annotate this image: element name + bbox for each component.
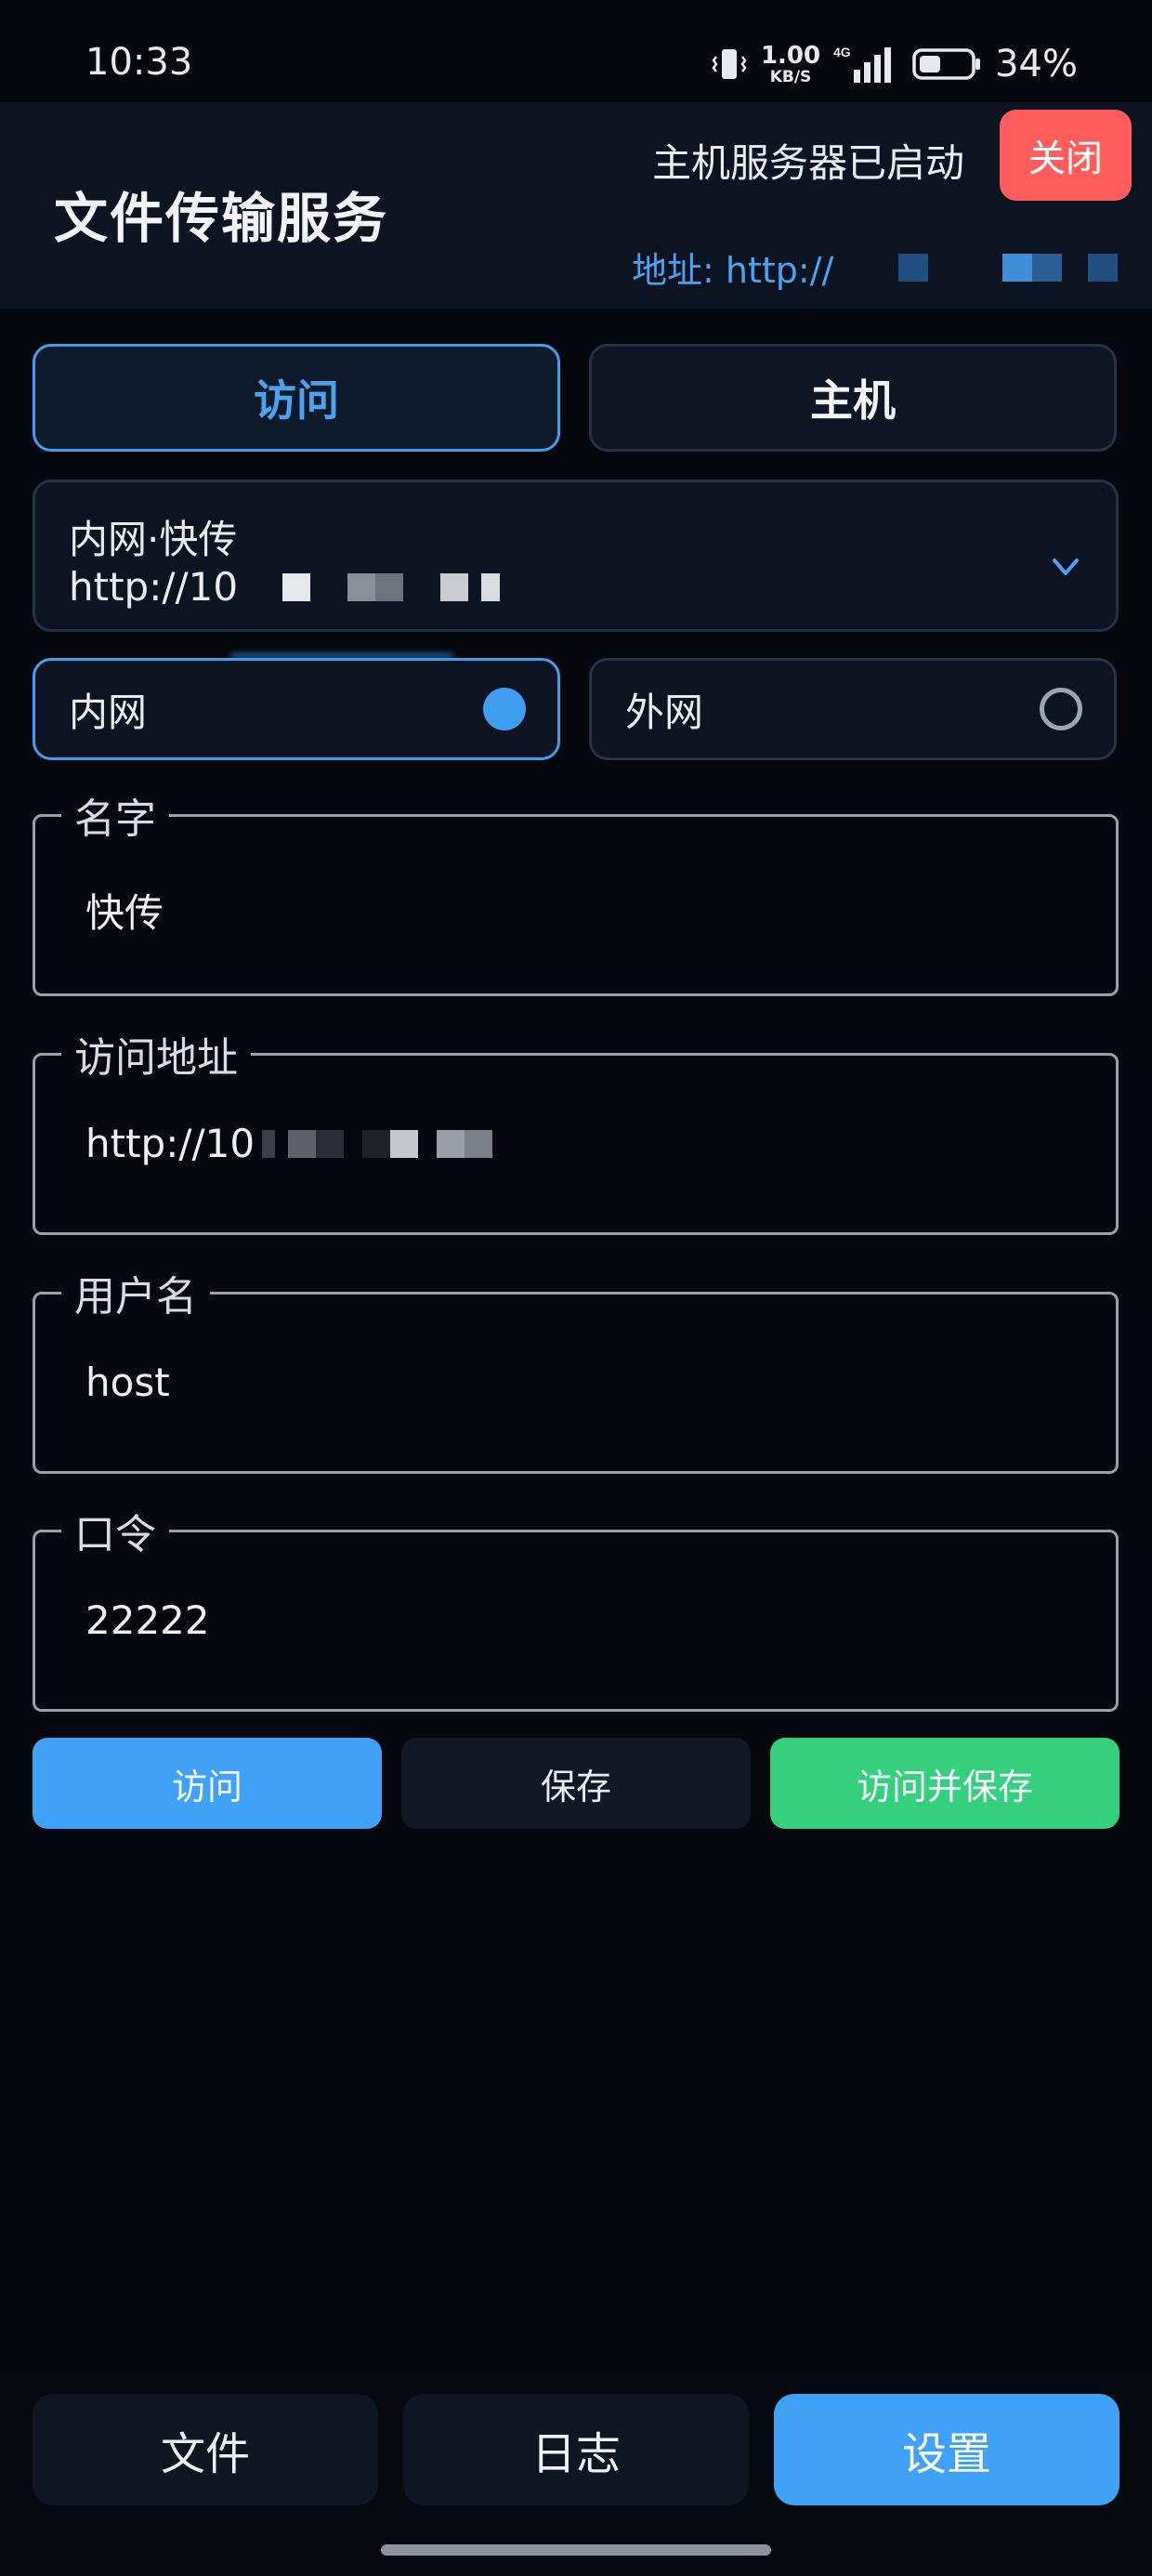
dropdown-entry-name: 内网·快传 — [69, 517, 238, 562]
nav-logs[interactable]: 日志 — [403, 2394, 749, 2505]
network-option-lan[interactable]: 内网 — [33, 658, 560, 760]
vibrate-icon — [712, 49, 747, 79]
name-field[interactable]: 名字 快传 — [33, 785, 1119, 996]
username-field[interactable]: 用户名 host — [33, 1263, 1119, 1474]
chevron-down-icon — [1053, 559, 1079, 575]
password-field[interactable]: 口令 22222 — [33, 1501, 1119, 1712]
network-speed: 1.00 KB/S — [760, 41, 821, 86]
page-title: 文件传输服务 — [54, 187, 389, 250]
address-field-value: http://10 — [85, 1121, 493, 1166]
network-option-wan[interactable]: 外网 — [589, 658, 1117, 760]
network-option-lan-label: 内网 — [69, 689, 148, 735]
network-option-wan-label: 外网 — [625, 689, 704, 735]
server-address[interactable]: 地址: http:// — [632, 242, 1119, 293]
dropdown-entry-url: http://10 — [69, 564, 501, 610]
svg-text:4G: 4G — [833, 45, 851, 59]
tab-host[interactable]: 主机 — [589, 344, 1117, 452]
tab-visit[interactable]: 访问 — [33, 344, 560, 452]
app-header: 文件传输服务 主机服务器已启动 关闭 地址: http:// — [0, 102, 1152, 309]
name-field-label: 名字 — [61, 785, 169, 845]
server-status: 主机服务器已启动 — [652, 140, 965, 186]
redacted-mask — [245, 572, 501, 601]
bottom-navigation: 文件 日志 设置 — [0, 2375, 1152, 2576]
name-field-value: 快传 — [85, 890, 164, 936]
save-button[interactable]: 保存 — [401, 1738, 751, 1829]
home-indicator[interactable] — [381, 2544, 771, 2556]
username-field-value: host — [85, 1360, 170, 1405]
radio-unselected-icon — [1040, 688, 1082, 730]
visit-and-save-button[interactable]: 访问并保存 — [770, 1738, 1119, 1829]
close-server-button[interactable]: 关闭 — [1000, 110, 1132, 201]
password-field-label: 口令 — [61, 1501, 169, 1560]
redacted-mask — [843, 253, 1119, 282]
username-field-label: 用户名 — [61, 1263, 210, 1322]
battery-icon — [912, 48, 981, 80]
visit-button[interactable]: 访问 — [33, 1738, 382, 1829]
signal-icon: 4G — [833, 45, 892, 83]
nav-settings[interactable]: 设置 — [774, 2394, 1119, 2505]
redacted-mask — [262, 1129, 493, 1158]
app-screen: 10:33 1.00 KB/S 4G 34% 文件传输服务 主机服务器已启动 关… — [0, 0, 1152, 2576]
nav-files[interactable]: 文件 — [33, 2394, 378, 2505]
server-address-text: 地址: http:// — [632, 250, 834, 291]
status-indicators: 1.00 KB/S 4G 34% — [711, 43, 1078, 85]
address-field[interactable]: 访问地址 http://10 — [33, 1024, 1119, 1235]
status-bar: 10:33 1.00 KB/S 4G 34% — [0, 0, 1152, 102]
radio-selected-icon — [483, 688, 526, 730]
address-field-label: 访问地址 — [61, 1024, 251, 1084]
password-field-value: 22222 — [85, 1597, 210, 1643]
saved-entry-dropdown[interactable]: 内网·快传 http://10 — [33, 480, 1119, 632]
status-time: 10:33 — [85, 41, 193, 84]
battery-percent: 34% — [995, 43, 1078, 85]
